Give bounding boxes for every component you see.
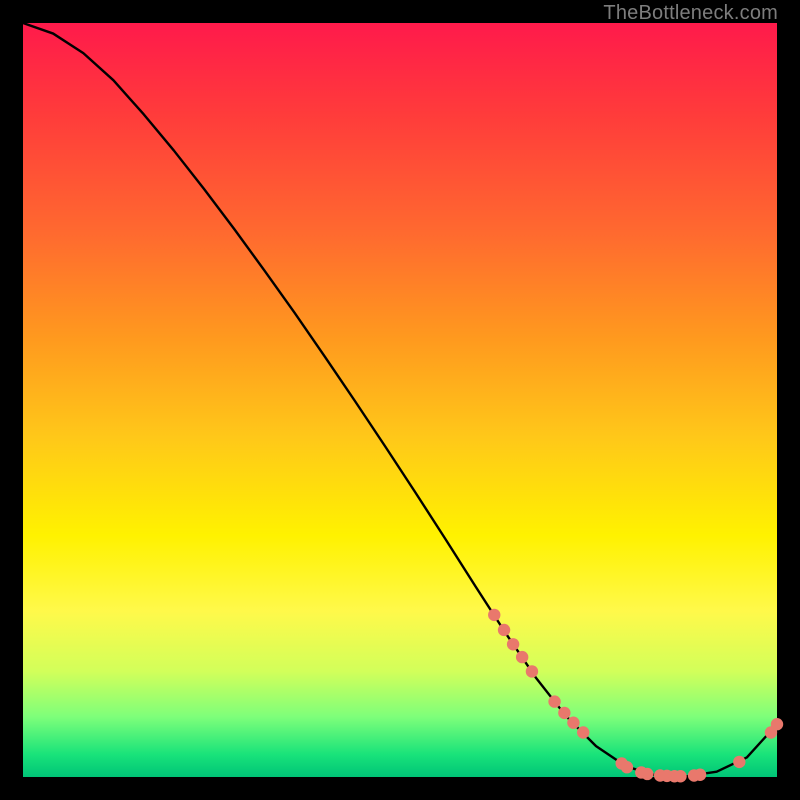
- bottleneck-curve: [23, 23, 777, 776]
- attribution-text: TheBottleneck.com: [603, 2, 778, 25]
- data-marker: [548, 695, 560, 707]
- data-marker: [621, 761, 633, 773]
- data-marker: [498, 624, 510, 636]
- data-marker: [516, 651, 528, 663]
- plot-area: [23, 23, 777, 777]
- chart-svg: [23, 23, 777, 777]
- data-marker: [526, 665, 538, 677]
- data-marker: [694, 769, 706, 781]
- data-marker: [567, 717, 579, 729]
- marker-layer: [488, 609, 783, 783]
- data-marker: [577, 726, 589, 738]
- data-marker: [674, 770, 686, 782]
- data-marker: [558, 707, 570, 719]
- data-marker: [771, 718, 783, 730]
- data-marker: [641, 768, 653, 780]
- data-marker: [507, 638, 519, 650]
- chart-stage: TheBottleneck.com: [0, 0, 800, 800]
- data-marker: [733, 756, 745, 768]
- data-marker: [488, 609, 500, 621]
